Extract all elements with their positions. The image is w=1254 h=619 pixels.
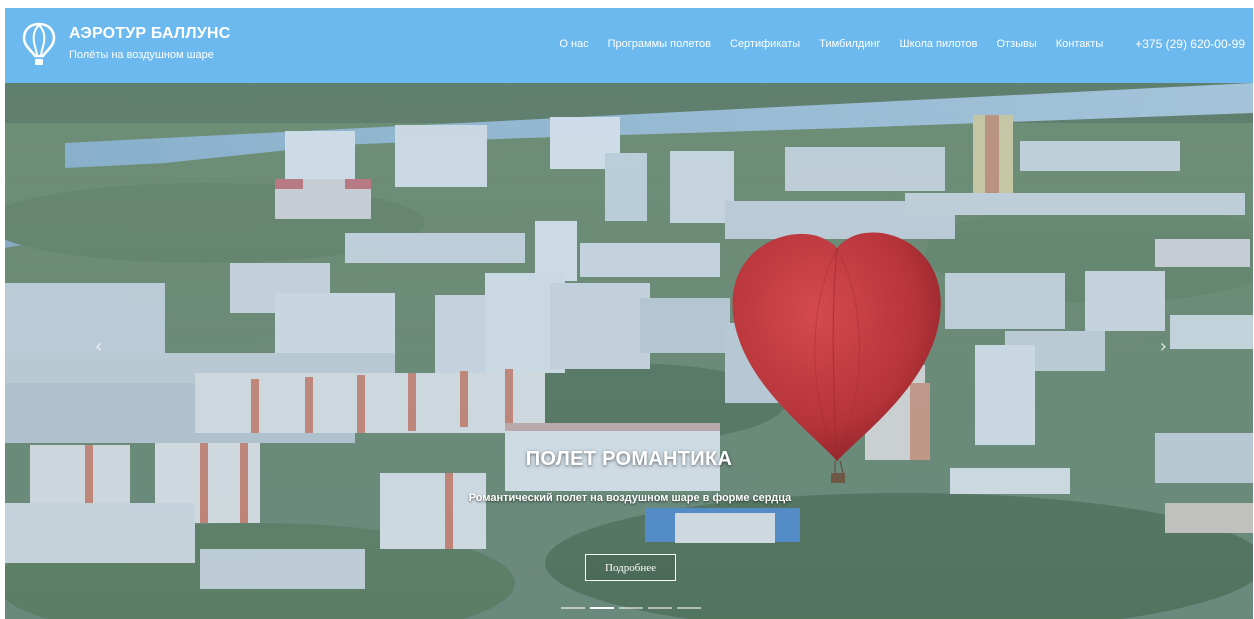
brand-subtitle: Полёты на воздушном шаре (69, 49, 214, 61)
nav-item-pilot-school[interactable]: Школа пилотов (900, 38, 978, 50)
page: АЭРОТУР БАЛЛУНС Полёты на воздушном шаре… (5, 8, 1253, 619)
site-header: АЭРОТУР БАЛЛУНС Полёты на воздушном шаре… (5, 8, 1253, 83)
slider-dot[interactable] (648, 607, 672, 609)
hero-slider: ‹ › ПОЛЕТ РОМАНТИКА Романтический полет … (5, 83, 1253, 619)
hero-background-image (5, 83, 1253, 619)
slider-dot[interactable] (677, 607, 701, 609)
nav-item-teambuilding[interactable]: Тимбилдинг (819, 38, 880, 50)
nav-item-contacts[interactable]: Контакты (1056, 38, 1104, 50)
chevron-right-icon[interactable]: › (1160, 338, 1167, 356)
brand-title[interactable]: АЭРОТУР БАЛЛУНС (69, 25, 230, 43)
nav-item-certificates[interactable]: Сертификаты (730, 38, 800, 50)
main-nav: О нас Программы полетов Сертификаты Тимб… (540, 37, 1245, 51)
nav-item-reviews[interactable]: Отзывы (996, 38, 1036, 50)
slide-title: ПОЛЕТ РОМАНТИКА (525, 448, 733, 470)
slider-dot[interactable] (590, 607, 614, 609)
slide-subtitle: Романтический полет на воздушном шаре в … (468, 492, 792, 504)
chevron-left-icon[interactable]: ‹ (95, 338, 102, 356)
phone-link[interactable]: +375 (29) 620-00-99 (1135, 37, 1245, 51)
nav-item-programs[interactable]: Программы полетов (608, 38, 711, 50)
more-details-button[interactable]: Подробнее (585, 554, 676, 581)
slider-dot[interactable] (619, 607, 643, 609)
slider-dot[interactable] (561, 607, 585, 609)
slider-pagination (561, 607, 706, 609)
nav-item-about[interactable]: О нас (559, 38, 588, 50)
balloon-icon[interactable] (22, 22, 56, 66)
